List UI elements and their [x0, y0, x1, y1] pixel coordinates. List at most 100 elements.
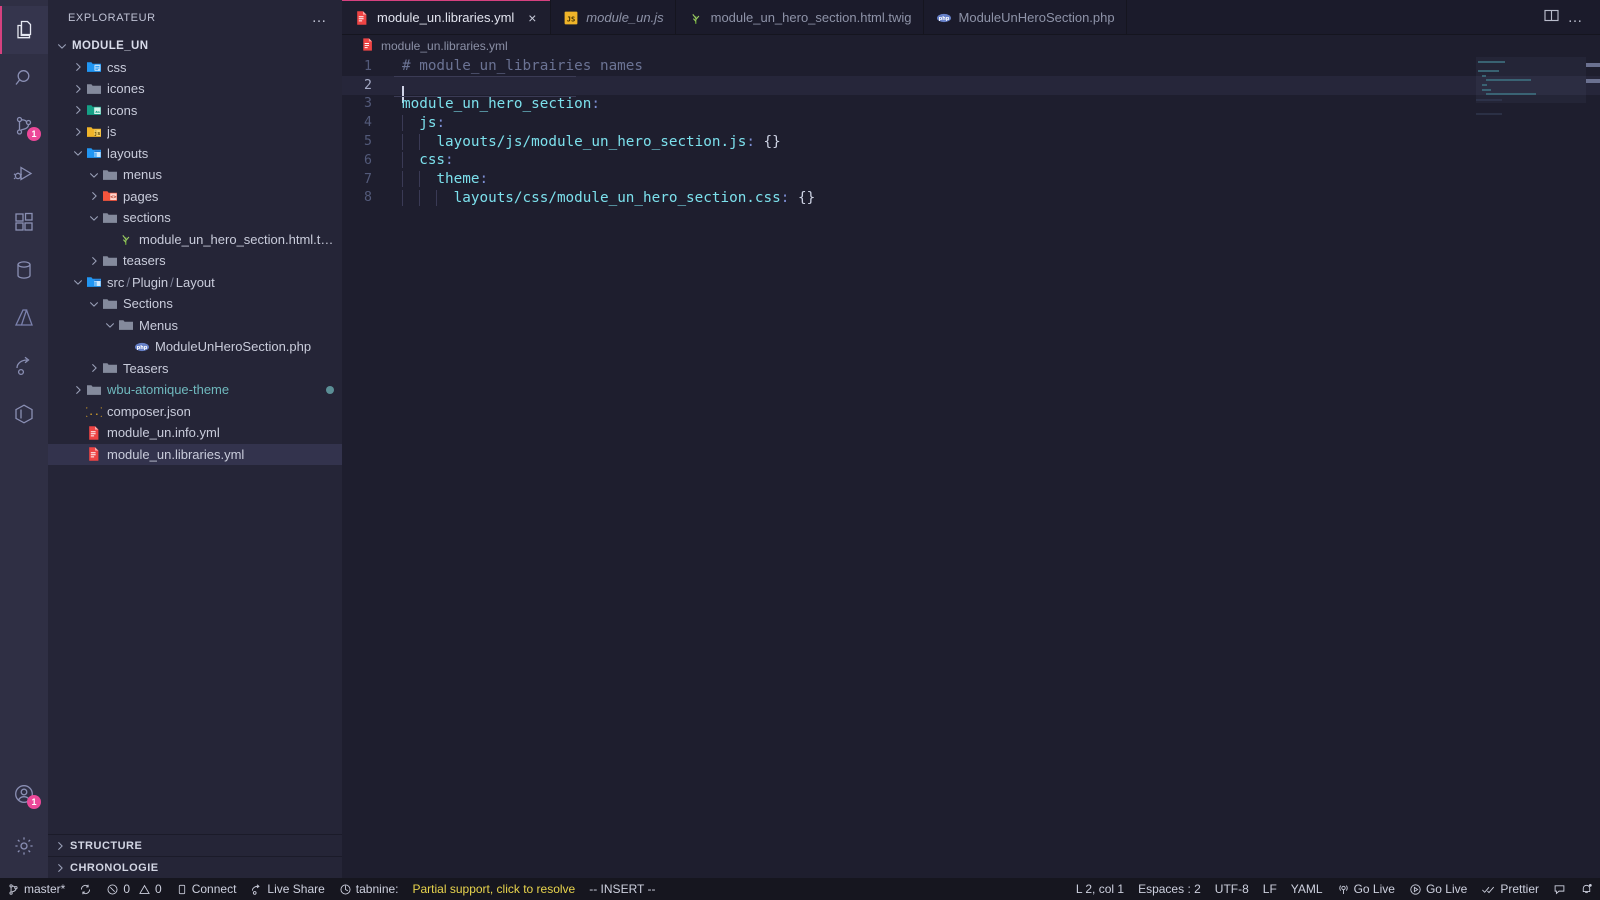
activity-item-run-and-debug[interactable] [0, 150, 48, 198]
line-number: 2 [364, 77, 372, 93]
activity-item-docker[interactable] [0, 390, 48, 438]
tree-folder-item[interactable]: js js [48, 121, 342, 143]
code-line[interactable]: 8 layouts/css/module_un_hero_section.css… [342, 189, 1600, 208]
tree-folder-item[interactable]: menus [48, 164, 342, 186]
editor-scrollbar[interactable] [1586, 57, 1600, 878]
activity-item-accounts[interactable]: 1 [0, 770, 48, 818]
editor-tab[interactable]: JS module_un.js [551, 0, 676, 35]
code-token: css [419, 152, 446, 169]
activity-item-search[interactable] [0, 54, 48, 102]
tree-folder-item[interactable]: sections [48, 207, 342, 229]
notifications-status[interactable] [1573, 878, 1600, 900]
activity-item-live-share[interactable] [0, 342, 48, 390]
go-live-2-status[interactable]: Go Live [1402, 878, 1474, 900]
chevron-down-icon[interactable] [88, 298, 100, 310]
language-mode-status[interactable]: YAML [1284, 878, 1330, 900]
tree-folder-item[interactable]: teasers [48, 250, 342, 272]
tabnine-status[interactable]: tabnine: [332, 878, 406, 900]
chevron-down-icon[interactable] [88, 212, 100, 224]
activity-item-database[interactable] [0, 246, 48, 294]
chevron-right-icon[interactable] [72, 104, 84, 116]
sidebar-panel-chronologie[interactable]: CHRONOLOGIE [48, 856, 342, 878]
activity-item-extensions[interactable] [0, 198, 48, 246]
code-line[interactable]: 6 css: [342, 151, 1600, 170]
chevron-right-icon[interactable] [72, 83, 84, 95]
code-line[interactable]: 4 js: [342, 113, 1600, 132]
tree-folder-item[interactable]: Menus [48, 315, 342, 337]
close-icon[interactable]: × [525, 11, 539, 25]
code-line[interactable]: 7 theme: [342, 170, 1600, 189]
sidebar-more-actions-button[interactable]: … [306, 10, 335, 25]
tree-folder-item[interactable]: css [48, 57, 342, 79]
sync-status[interactable] [72, 878, 99, 900]
encoding-status[interactable]: UTF-8 [1208, 878, 1256, 900]
chevron-right-icon[interactable] [72, 384, 84, 396]
activity-item-manage[interactable] [0, 822, 48, 870]
search-icon [12, 66, 36, 90]
chevron-down-icon[interactable] [72, 276, 84, 288]
tree-file-item[interactable]: php ModuleUnHeroSection.php [48, 336, 342, 358]
docker-icon [12, 402, 36, 426]
editor-tab[interactable]: module_un.libraries.yml × [342, 0, 552, 35]
tree-root-folder[interactable]: MODULE_UN [48, 35, 342, 57]
minimap[interactable] [1476, 57, 1586, 878]
yaml-icon [354, 10, 370, 26]
editor-tab[interactable]: module_un_hero_section.html.twig [675, 0, 924, 35]
indentation-status[interactable]: Espaces : 2 [1131, 878, 1208, 900]
tree-file-item[interactable]: module_un.libraries.yml [48, 443, 342, 465]
tree-folder-item[interactable]: Sections [48, 293, 342, 315]
code-line[interactable]: 3 module_un_hero_section: [342, 95, 1600, 114]
status-label: Connect [191, 882, 237, 896]
tabnine-support-status[interactable]: Partial support, click to resolve [406, 878, 583, 900]
chevron-down-icon[interactable] [104, 319, 116, 331]
code-token: module_un_hero_section [402, 95, 592, 112]
vim-mode-status[interactable]: -- INSERT -- [582, 878, 662, 900]
tree-folder-item[interactable]: Teasers [48, 358, 342, 380]
feedback-icon [1553, 883, 1566, 896]
code-line[interactable]: 1 # module_un_librairies names [342, 57, 1600, 76]
chevron-right-icon[interactable] [88, 190, 100, 202]
activity-item-azure[interactable] [0, 294, 48, 342]
tree-folder-item[interactable]: wbu-atomique-theme [48, 379, 342, 401]
code-line[interactable]: 2 [342, 75, 1600, 104]
feedback-status[interactable] [1546, 878, 1573, 900]
editor-tab-label: module_un_hero_section.html.twig [710, 10, 912, 25]
split-editor-right-button[interactable] [1543, 7, 1560, 29]
tree-item-label: Sections [123, 296, 173, 312]
remote-connect-status[interactable]: Connect [169, 878, 244, 900]
chevron-down-icon[interactable] [88, 169, 100, 181]
eol-status[interactable]: LF [1256, 878, 1284, 900]
cursor-position-status[interactable]: L 2, col 1 [1069, 878, 1131, 900]
problems-status[interactable]: 00 [99, 878, 168, 900]
more-editor-actions-button[interactable]: … [1568, 10, 1585, 25]
editor-tab[interactable]: php ModuleUnHeroSection.php [923, 0, 1127, 35]
tree-folder-item[interactable]: layouts [48, 143, 342, 165]
code-token: {} [789, 189, 816, 206]
activity-bar: 1 1 [0, 0, 48, 878]
activity-item-explorer[interactable] [0, 6, 48, 54]
tree-item-label: src / Plugin / Layout [107, 274, 215, 290]
go-live-status[interactable]: Go Live [1330, 878, 1402, 900]
chevron-right-icon[interactable] [88, 255, 100, 267]
code-line[interactable]: 5 layouts/js/module_un_hero_section.js: … [342, 132, 1600, 151]
branch-status[interactable]: master* [0, 878, 72, 900]
tree-folder-item[interactable]: src / Plugin / Layout [48, 272, 342, 294]
tree-folder-item[interactable]: icones [48, 78, 342, 100]
tree-folder-item[interactable]: <> pages [48, 186, 342, 208]
tree-file-item[interactable]: {..} composer.json [48, 401, 342, 423]
breadcrumb[interactable]: module_un.libraries.yml [342, 35, 1600, 57]
live-share-status[interactable]: Live Share [243, 878, 331, 900]
chevron-down-icon[interactable] [72, 147, 84, 159]
chevron-right-icon[interactable] [88, 362, 100, 374]
prettier-status[interactable]: Prettier [1474, 878, 1546, 900]
activity-item-source-control[interactable]: 1 [0, 102, 48, 150]
chevron-down-icon[interactable] [56, 40, 68, 52]
tree-file-item[interactable]: module_un.info.yml [48, 422, 342, 444]
chevron-right-icon [54, 862, 66, 874]
chevron-right-icon[interactable] [72, 126, 84, 138]
tree-file-item[interactable]: module_un_hero_section.html.twig [48, 229, 342, 251]
sidebar-panel-structure[interactable]: STRUCTURE [48, 834, 342, 856]
chevron-right-icon[interactable] [72, 61, 84, 73]
code-editor[interactable]: 1 # module_un_librairies names 2 3 module_un… [342, 57, 1600, 878]
tree-folder-item[interactable]: icons [48, 100, 342, 122]
